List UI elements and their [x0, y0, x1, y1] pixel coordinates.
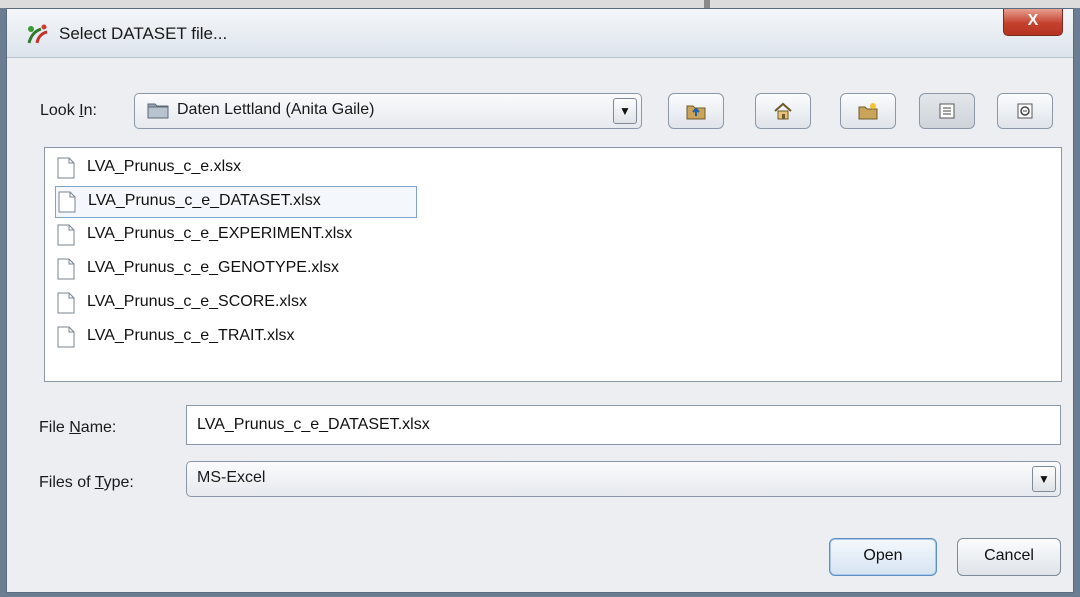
list-view-icon [939, 103, 955, 119]
file-list-item[interactable]: LVA_Prunus_c_e_GENOTYPE.xlsx [55, 254, 443, 284]
chevron-down-icon[interactable]: ▼ [613, 98, 637, 124]
file-type-combo[interactable]: MS-Excel ▼ [186, 461, 1061, 497]
file-list-item-selected[interactable]: LVA_Prunus_c_e_DATASET.xlsx [55, 186, 417, 218]
cancel-button[interactable]: Cancel [957, 538, 1061, 576]
chevron-down-icon[interactable]: ▼ [1032, 466, 1056, 492]
look-in-combo[interactable]: Daten Lettland (Anita Gaile) ▼ [134, 93, 642, 129]
look-in-label: Look In: [40, 102, 97, 119]
file-chooser-dialog: Select DATASET file... X Look In: Daten … [6, 8, 1074, 593]
app-logo-icon [27, 24, 48, 44]
close-icon: X [1027, 12, 1039, 29]
file-list-item[interactable]: LVA_Prunus_c_e_TRAIT.xlsx [55, 322, 393, 352]
up-folder-button[interactable] [668, 93, 724, 129]
file-icon [57, 292, 75, 314]
file-icon [57, 224, 75, 246]
file-list[interactable]: LVA_Prunus_c_e.xlsx LVA_Prunus_c_e_DATAS… [44, 147, 1062, 382]
close-button[interactable]: X [1003, 9, 1063, 36]
file-list-item[interactable]: LVA_Prunus_c_e_SCORE.xlsx [55, 288, 403, 318]
new-folder-icon [858, 103, 878, 120]
file-name-input[interactable] [187, 406, 1060, 444]
file-icon [57, 157, 75, 179]
file-name: LVA_Prunus_c_e_DATASET.xlsx [88, 192, 321, 209]
file-icon [57, 326, 75, 348]
look-in-value: Daten Lettland (Anita Gaile) [177, 101, 375, 118]
file-name: LVA_Prunus_c_e_TRAIT.xlsx [87, 327, 295, 344]
title-bar[interactable]: Select DATASET file... X [7, 9, 1073, 58]
details-view-icon [1017, 103, 1033, 119]
file-list-item[interactable]: LVA_Prunus_c_e_EXPERIMENT.xlsx [55, 220, 463, 250]
home-icon [774, 102, 792, 120]
background-divider [704, 0, 710, 8]
file-name: LVA_Prunus_c_e_EXPERIMENT.xlsx [87, 225, 353, 242]
dialog-title: Select DATASET file... [59, 24, 228, 43]
file-list-item[interactable]: LVA_Prunus_c_e.xlsx [55, 153, 303, 183]
file-name: LVA_Prunus_c_e.xlsx [87, 158, 242, 175]
file-name: LVA_Prunus_c_e_SCORE.xlsx [87, 293, 307, 310]
up-folder-icon [686, 105, 706, 120]
dialog-content: Look In: Daten Lettland (Anita Gaile) ▼ [7, 58, 1073, 592]
details-view-button[interactable] [997, 93, 1053, 129]
file-name: LVA_Prunus_c_e_GENOTYPE.xlsx [87, 259, 339, 276]
new-folder-button[interactable] [840, 93, 896, 129]
file-type-value: MS-Excel [197, 469, 266, 486]
file-type-label: Files of Type: [39, 474, 134, 491]
file-name-label: File Name: [39, 419, 117, 436]
folder-icon [147, 103, 169, 119]
list-view-button[interactable] [919, 93, 975, 129]
open-button[interactable]: Open [829, 538, 937, 576]
home-button[interactable] [755, 93, 811, 129]
file-icon [57, 258, 75, 280]
background-window [0, 0, 1080, 8]
file-name-field[interactable] [186, 405, 1061, 445]
file-icon [58, 191, 76, 213]
